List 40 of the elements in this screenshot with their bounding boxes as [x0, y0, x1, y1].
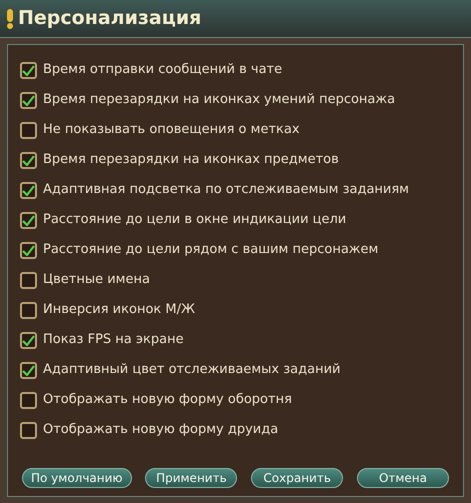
checkbox[interactable]	[20, 212, 37, 228]
check-icon	[22, 184, 35, 196]
dialog-button[interactable]: Отмена	[356, 468, 449, 488]
option-label: Время перезарядки на иконках предметов	[43, 151, 339, 170]
checkbox[interactable]	[20, 392, 37, 408]
check-icon	[22, 94, 35, 106]
option-label: Расстояние до цели в окне индикации цели	[43, 211, 346, 230]
checkbox[interactable]	[20, 422, 37, 438]
option-label: Отображать новую форму оборотня	[43, 391, 292, 410]
check-icon	[22, 64, 35, 76]
check-icon	[22, 334, 35, 346]
checkbox[interactable]	[20, 62, 37, 78]
check-icon	[22, 364, 35, 376]
option-label: Цветные имена	[43, 271, 150, 290]
option-label: Показ FPS на экране	[43, 331, 184, 350]
option-label: Расстояние до цели рядом с вашим персонажем	[43, 241, 378, 260]
dialog-button[interactable]: Сохранить	[251, 468, 344, 488]
checkbox[interactable]	[20, 182, 37, 198]
checkbox[interactable]	[20, 122, 37, 138]
check-icon	[22, 244, 35, 256]
dialog-button[interactable]: Применить	[145, 468, 238, 488]
check-icon	[22, 154, 35, 166]
option-label: Не показывать оповещения о метках	[43, 121, 300, 140]
checkbox[interactable]	[20, 92, 37, 108]
check-icon	[22, 214, 35, 226]
option-label: Адаптивный цвет отслеживаемых заданий	[43, 361, 340, 380]
option-label: Время отправки сообщений в чате	[43, 61, 282, 80]
checkbox[interactable]	[20, 242, 37, 258]
checkbox[interactable]	[20, 332, 37, 348]
option-label: Отображать новую форму друида	[43, 421, 278, 440]
option-label: Инверсия иконок М/Ж	[43, 301, 195, 320]
checkbox[interactable]	[20, 362, 37, 378]
checkbox[interactable]	[20, 152, 37, 168]
exclamation-icon	[6, 8, 14, 28]
option-label: Время перезарядки на иконках умений персонажа	[43, 91, 396, 110]
dialog-button[interactable]: По умолчанию	[22, 468, 132, 488]
option-label: Адаптивная подсветка по отслеживаемым заданиям	[43, 181, 409, 200]
checkbox[interactable]	[20, 272, 37, 288]
checkbox[interactable]	[20, 302, 37, 318]
window-title: Персонализация	[18, 6, 202, 32]
